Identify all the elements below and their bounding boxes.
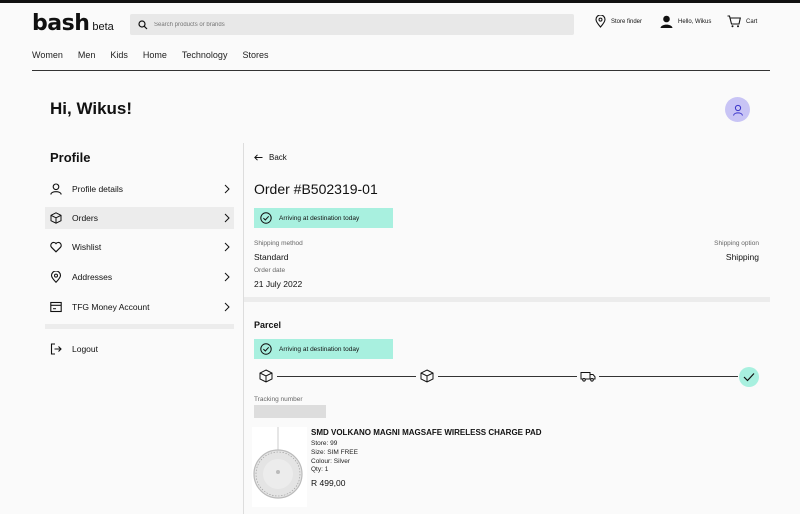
nav-item-technology[interactable]: Technology [182, 50, 228, 60]
tracking-number-redacted [254, 405, 326, 418]
order-title: Order #B502319-01 [254, 181, 378, 197]
chevron-right-icon [224, 184, 230, 194]
user-icon [732, 104, 743, 116]
chevron-right-icon [224, 302, 230, 312]
search-bar[interactable] [130, 14, 574, 35]
nav-item-home[interactable]: Home [143, 50, 167, 60]
search-input[interactable] [154, 21, 554, 28]
chevron-right-icon [224, 242, 230, 252]
logo-text: bash [32, 11, 90, 36]
cart-link[interactable]: Cart [727, 15, 757, 28]
sidebar-item-label: Orders [72, 213, 98, 223]
chevron-right-icon [224, 272, 230, 282]
location-pin-icon [595, 15, 606, 28]
product-store: Store: 99 [311, 440, 338, 447]
product-price: R 499,00 [311, 478, 346, 488]
search-icon [138, 19, 148, 29]
location-pin-icon [50, 271, 62, 283]
avatar[interactable] [725, 97, 750, 122]
box-icon [259, 369, 273, 383]
status-text: Arriving at destination today [279, 214, 360, 222]
sidebar-title: Profile [50, 150, 91, 165]
user-icon [50, 183, 62, 195]
order-date-value: 21 July 2022 [254, 279, 303, 289]
shipping-method-value: Standard [254, 252, 289, 262]
box-icon [420, 369, 434, 383]
logout-icon [50, 343, 62, 355]
tracking-complete-badge [739, 367, 759, 387]
check-circle-icon [260, 212, 272, 224]
parcel-status-badge: Arriving at destination today [254, 339, 393, 359]
tracking-line [599, 376, 738, 377]
account-link[interactable]: Hello, Wikus [660, 15, 711, 28]
product-qty: Qty: 1 [311, 466, 329, 473]
main-nav: Women Men Kids Home Technology Stores [32, 50, 283, 60]
parcel-status-text: Arriving at destination today [279, 345, 360, 353]
shipping-option-value: Shipping [725, 252, 759, 262]
chevron-right-icon [224, 213, 230, 223]
section-divider [244, 297, 770, 302]
sidebar-item-label: Wishlist [72, 242, 102, 252]
shipping-method-label: Shipping method [254, 240, 303, 247]
check-icon [743, 373, 755, 382]
back-button[interactable]: Back [254, 153, 287, 162]
card-icon [50, 301, 62, 313]
store-finder-link[interactable]: Store finder [595, 15, 642, 28]
product-size: Size: SIM FREE [311, 449, 358, 456]
user-icon [660, 15, 673, 28]
logout-label: Logout [72, 344, 98, 354]
status-badge: Arriving at destination today [254, 208, 393, 228]
truck-icon [580, 372, 596, 382]
tracking-line [438, 376, 577, 377]
sidebar-divider [45, 324, 234, 329]
account-greeting: Hello, Wikus [678, 18, 712, 25]
sidebar-item-wishlist[interactable]: Wishlist [45, 236, 234, 258]
tracking-line [277, 376, 416, 377]
cart-icon [727, 15, 741, 28]
logo-beta-tag: beta [92, 21, 114, 33]
cart-label: Cart [746, 18, 758, 25]
top-accent-bar [0, 0, 800, 3]
sidebar-item-orders[interactable]: Orders [45, 207, 234, 229]
content-divider [243, 143, 244, 514]
sidebar-item-label: TFG Money Account [72, 302, 150, 312]
nav-item-kids[interactable]: Kids [110, 50, 128, 60]
tracking-number-label: Tracking number [254, 396, 303, 403]
sidebar-item-addresses[interactable]: Addresses [45, 266, 234, 288]
nav-item-women[interactable]: Women [32, 50, 63, 60]
sidebar-item-label: Addresses [72, 272, 113, 282]
back-label: Back [269, 153, 287, 162]
arrow-left-icon [254, 154, 263, 161]
sidebar-item-label: Profile details [72, 184, 124, 194]
box-icon [50, 212, 62, 224]
heart-icon [50, 241, 62, 253]
charge-pad-image [253, 427, 303, 499]
product-colour: Colour: Silver [311, 458, 351, 465]
nav-divider [32, 70, 770, 71]
sidebar-item-tfg-money-account[interactable]: TFG Money Account [45, 296, 234, 318]
parcel-title: Parcel [254, 320, 282, 330]
nav-item-men[interactable]: Men [78, 50, 96, 60]
page-title: Hi, Wikus! [50, 99, 133, 118]
nav-item-stores[interactable]: Stores [242, 50, 268, 60]
store-finder-label: Store finder [611, 18, 643, 25]
shipping-option-label: Shipping option [714, 240, 759, 247]
check-circle-icon [260, 343, 272, 355]
logout-button[interactable]: Logout [50, 343, 98, 355]
order-date-label: Order date [254, 267, 286, 274]
product-image[interactable] [252, 427, 307, 507]
product-name[interactable]: SMD VOLKANO MAGNI MAGSAFE WIRELESS CHARG… [311, 428, 542, 437]
sidebar-item-profile-details[interactable]: Profile details [45, 178, 234, 200]
logo[interactable]: bash beta [32, 11, 114, 36]
